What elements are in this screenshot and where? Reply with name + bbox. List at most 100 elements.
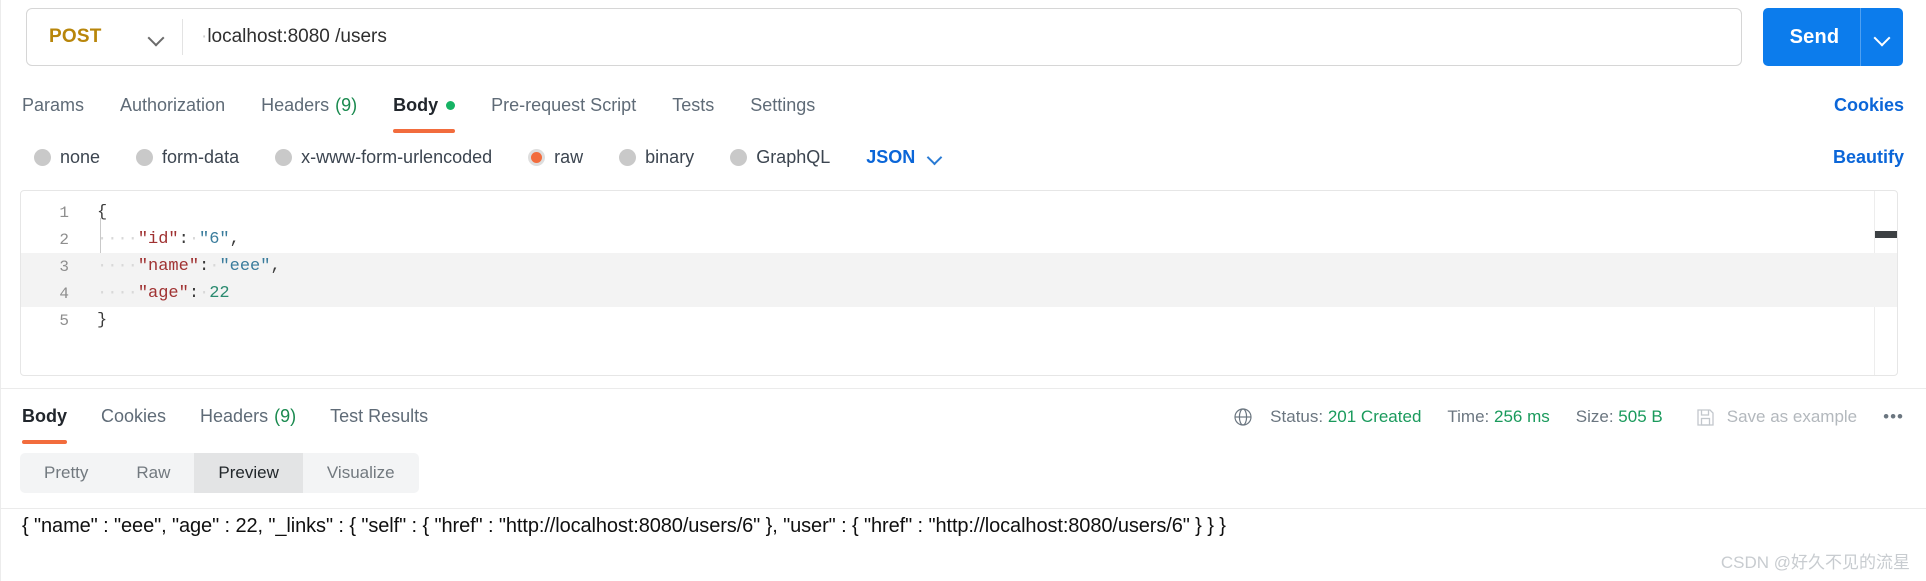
body-type-x-www-form-urlencoded[interactable]: x-www-form-urlencoded (275, 147, 492, 168)
body-type-label: x-www-form-urlencoded (301, 146, 493, 167)
body-type-form-data[interactable]: form-data (136, 147, 239, 168)
postman-window: POST · localhost:8080 /users Send Params A… (0, 0, 1926, 581)
radio-button-icon[interactable] (528, 148, 546, 166)
response-tab-test-results[interactable]: Test Results (330, 395, 428, 437)
url-value: localhost:8080 /users (207, 26, 387, 47)
body-type-label: GraphQL (756, 146, 831, 167)
save-as-example-label: Save as example (1726, 407, 1858, 426)
token-dots: · (209, 257, 220, 276)
body-type-graphql[interactable]: GraphQL (730, 147, 830, 168)
cookies-link[interactable]: Cookies (1834, 84, 1904, 126)
token-punc: : (178, 230, 189, 249)
save-floppy-icon (1695, 407, 1716, 428)
tab-label: Authorization (120, 94, 226, 115)
tab-label: Cookies (101, 405, 167, 426)
token-num: 22 (209, 284, 230, 303)
response-separator (0, 388, 1926, 389)
time-item: Time: 256 ms (1447, 407, 1549, 427)
token-str: "6" (199, 230, 230, 249)
body-type-label: form-data (162, 146, 240, 167)
body-type-binary[interactable]: binary (619, 147, 694, 168)
status-value: 201 Created (1327, 407, 1422, 426)
tab-label: Test Results (330, 405, 429, 426)
request-body-editor[interactable]: 1{2 ····"id":·"6", 3 ····"name":·"eee", 4 ···… (20, 190, 1898, 376)
response-view-pretty[interactable]: Pretty (20, 453, 112, 493)
tab-label: Body (22, 405, 67, 426)
editor-line: 2 ····"id":·"6", (21, 226, 1897, 253)
size-label: Size: (1575, 407, 1614, 426)
beautify-link[interactable]: Beautify (1833, 138, 1904, 176)
tab-label: Headers (200, 405, 269, 426)
tab-active-underline (22, 440, 67, 444)
request-tab-pre-request-script[interactable]: Pre-request Script (491, 84, 636, 126)
body-type-options: none form-data x-www-form-urlencoded raw bin… (0, 138, 1926, 176)
body-type-none[interactable]: none (34, 147, 100, 168)
chevron-down-icon (927, 149, 943, 165)
body-format-label: JSON (866, 146, 916, 167)
response-view-raw[interactable]: Raw (112, 453, 194, 493)
send-options-button[interactable] (1861, 29, 1903, 45)
line-number: 5 (59, 311, 69, 330)
body-format-select[interactable]: JSON (866, 147, 943, 168)
request-tab-tests[interactable]: Tests (672, 84, 714, 126)
radio-button-icon[interactable] (619, 148, 637, 166)
watermark: CSDN @好久不见的流星 (1720, 553, 1910, 572)
tab-count: (9) (274, 405, 297, 426)
line-content: ····"id":·"6", (83, 230, 240, 249)
tab-count: (9) (335, 94, 358, 115)
request-tab-authorization[interactable]: Authorization (120, 84, 225, 126)
radio-button-icon[interactable] (275, 148, 293, 166)
request-tab-settings[interactable]: Settings (750, 84, 815, 126)
token-dots: · (199, 284, 210, 303)
response-view-visualize[interactable]: Visualize (303, 453, 419, 493)
line-content: ····"age":·22 (83, 284, 230, 303)
editor-line: 1{ (21, 199, 1897, 226)
tab-label: Params (22, 94, 85, 115)
response-tab-body[interactable]: Body (22, 395, 67, 444)
radio-button-icon[interactable] (34, 148, 51, 166)
indent-dots: ···· (97, 284, 138, 303)
token-dots: · (188, 230, 200, 249)
request-tab-params[interactable]: Params (22, 84, 84, 126)
line-content: } (83, 311, 107, 330)
token-punc: : (188, 284, 200, 303)
radio-button-icon[interactable] (730, 148, 748, 166)
request-url-bar: POST · localhost:8080 /users Send (0, 0, 1926, 76)
response-body-separator (0, 508, 1926, 509)
save-as-example-button[interactable]: Save as example (1695, 407, 1857, 428)
response-tab-headers[interactable]: Headers (9) (200, 395, 296, 437)
send-button[interactable]: Send (1763, 8, 1903, 66)
token-key: "age" (137, 284, 189, 303)
editor-content[interactable]: 1{2 ····"id":·"6", 3 ····"name":·"eee", 4 ···… (21, 191, 1897, 375)
request-tabs: Params Authorization Headers (9) Body Pre-req… (0, 84, 1926, 133)
request-tab-headers[interactable]: Headers (9) (261, 84, 357, 126)
request-tab-body[interactable]: Body (393, 84, 456, 133)
token-key: "name" (137, 257, 200, 276)
token-key: "id" (137, 230, 179, 249)
line-number: 1 (59, 203, 69, 222)
line-content: { (83, 203, 107, 222)
token-str: "eee" (219, 257, 271, 276)
token-punc: , (229, 230, 240, 249)
url-input[interactable]: · localhost:8080 /users (183, 9, 1741, 65)
editor-line: 5} (21, 307, 1897, 334)
http-method-select[interactable]: POST (27, 9, 182, 65)
line-content: ····"name":·"eee", (83, 257, 281, 276)
size-value: 505 B (1618, 407, 1663, 426)
globe-icon (1232, 406, 1254, 428)
indent-dots: ···· (97, 230, 138, 249)
radio-button-icon[interactable] (136, 148, 154, 166)
chevron-down-icon (148, 29, 164, 45)
http-method-label: POST (49, 26, 102, 47)
body-type-raw[interactable]: raw (528, 147, 583, 168)
response-view-tabs: Pretty Raw Preview Visualize (20, 453, 419, 493)
response-view-preview[interactable]: Preview (194, 453, 303, 493)
send-button-label: Send (1789, 25, 1840, 48)
response-tab-cookies[interactable]: Cookies (101, 395, 166, 437)
body-type-label: binary (645, 146, 695, 167)
unsaved-dot-icon (446, 100, 456, 110)
response-more-menu[interactable]: ••• (1883, 407, 1904, 427)
editor-line: 3 ····"name":·"eee", (21, 253, 1897, 280)
time-label: Time: (1447, 407, 1490, 426)
tab-label: Body (393, 94, 439, 115)
